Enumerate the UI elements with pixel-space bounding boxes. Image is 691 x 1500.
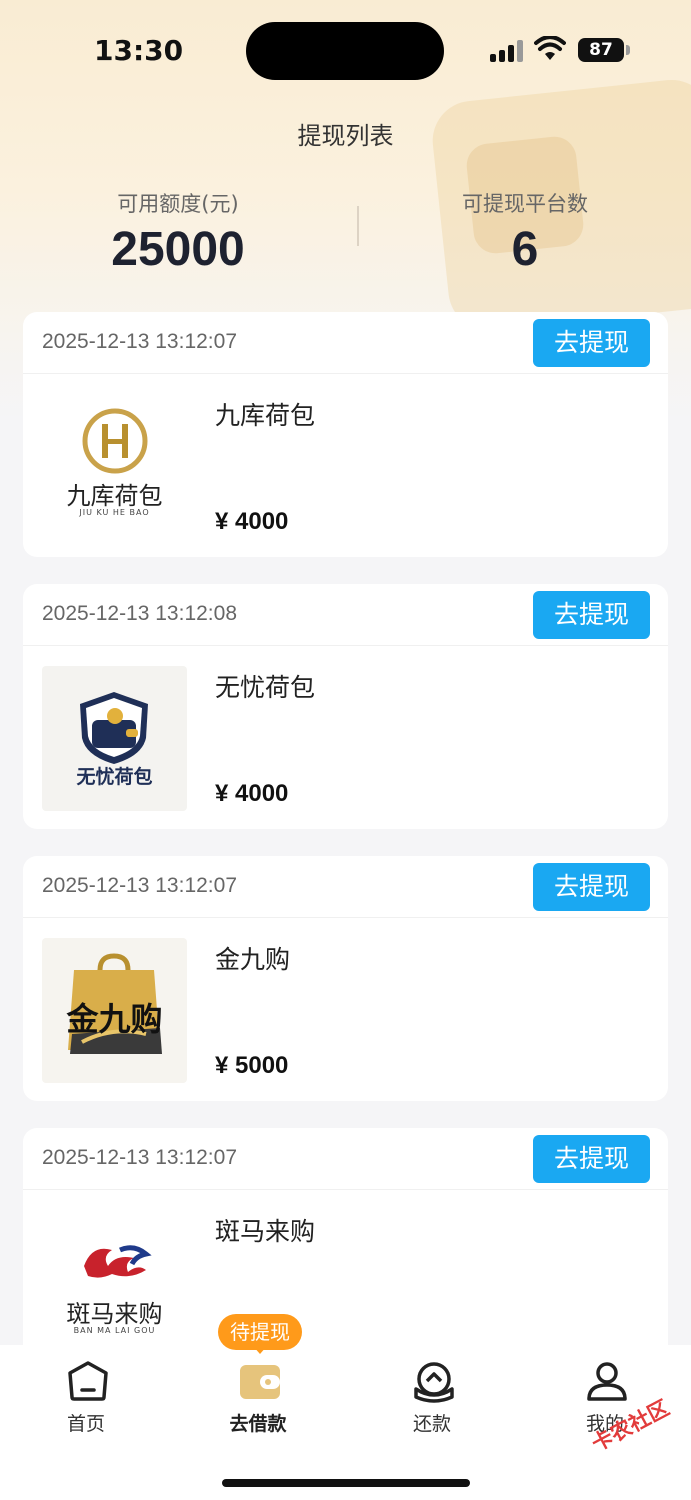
repay-icon — [414, 1362, 454, 1403]
shield-wallet-icon — [80, 692, 148, 764]
profile-icon — [587, 1362, 627, 1401]
card-date: 2025-12-13 13:12:08 — [42, 602, 237, 625]
tab-loan[interactable]: 去借款 — [198, 1345, 318, 1435]
page-title: 提现列表 — [297, 122, 394, 150]
card-header: 2025-12-13 13:12:08 去提现 — [23, 584, 668, 646]
withdraw-button[interactable]: 去提现 — [533, 863, 650, 911]
logo-text: 斑马来购 — [66, 1300, 163, 1328]
card-header: 2025-12-13 13:12:07 去提现 — [23, 312, 668, 374]
stats-divider — [357, 206, 359, 246]
platform-amount: ¥ 4000 — [215, 780, 289, 807]
logo-text: 无忧荷包 — [76, 766, 153, 788]
platform-name: 九库荷包 — [215, 401, 316, 430]
home-icon — [68, 1361, 108, 1401]
dynamic-island — [246, 22, 444, 80]
platform-logo: 无忧荷包 — [42, 666, 187, 811]
wallet-icon — [240, 1365, 280, 1399]
platform-card: 2025-12-13 13:12:08 去提现 无忧荷包 无忧荷包 ¥ 4000 — [23, 584, 668, 829]
tab-repay-label: 还款 — [412, 1413, 451, 1435]
platform-amount: ¥ 5000 — [215, 1052, 289, 1079]
platform-name: 金九购 — [215, 945, 291, 974]
tab-loan-label: 去借款 — [229, 1413, 287, 1435]
tab-repay[interactable]: 还款 — [372, 1345, 492, 1435]
tab-bar: 首页 去借款 还款 我的 — [0, 1345, 691, 1500]
withdraw-button[interactable]: 去提现 — [533, 1135, 650, 1183]
battery-icon: 87 — [578, 38, 624, 62]
status-time: 13:30 — [94, 34, 184, 67]
platform-logo: 九库荷包 JIU KU HE BAO — [42, 394, 187, 539]
home-indicator[interactable] — [222, 1479, 470, 1487]
platform-name: 斑马来购 — [215, 1217, 316, 1246]
platform-amount: ¥ 4000 — [215, 508, 289, 535]
logo-text: 金九购 — [66, 1000, 163, 1038]
available-credit: 可用额度(元) 25000 — [48, 188, 308, 277]
available-credit-label: 可用额度(元) — [117, 192, 239, 216]
wifi-icon — [534, 36, 566, 60]
card-date: 2025-12-13 13:12:07 — [42, 874, 237, 897]
platform-name: 无忧荷包 — [215, 673, 316, 702]
available-credit-value: 25000 — [111, 223, 245, 276]
battery-tip — [626, 45, 630, 55]
platform-count-label: 可提现平台数 — [462, 192, 588, 216]
logo-subtext: BAN MA LAI GOU — [73, 1326, 156, 1335]
jiuku-logo-mark — [82, 408, 148, 474]
platform-card: 2025-12-13 13:12:07 去提现 斑马来购 BAN MA LAI … — [23, 1128, 668, 1373]
status-bar: 13:30 87 — [0, 0, 691, 100]
card-date: 2025-12-13 13:12:07 — [42, 330, 237, 353]
card-header: 2025-12-13 13:12:07 去提现 — [23, 1128, 668, 1190]
logo-text: 九库荷包 — [66, 482, 163, 510]
signal-icon — [490, 40, 524, 62]
tab-home[interactable]: 首页 — [26, 1345, 146, 1435]
platform-logo: 斑马来购 BAN MA LAI GOU — [42, 1210, 187, 1355]
platform-card: 2025-12-13 13:12:07 去提现 九库荷包 JIU KU HE B… — [23, 312, 668, 557]
platform-count: 可提现平台数 6 — [395, 188, 655, 277]
logo-subtext: JIU KU HE BAO — [79, 508, 150, 517]
tab-home-label: 首页 — [66, 1413, 105, 1435]
withdraw-button[interactable]: 去提现 — [533, 319, 650, 367]
card-header: 2025-12-13 13:12:07 去提现 — [23, 856, 668, 918]
platform-card: 2025-12-13 13:12:07 去提现 金九购 金九购 ¥ 5000 — [23, 856, 668, 1101]
platform-count-value: 6 — [511, 223, 539, 276]
pending-withdraw-badge: 待提现 — [218, 1314, 302, 1350]
card-date: 2025-12-13 13:12:07 — [42, 1146, 237, 1169]
withdraw-button[interactable]: 去提现 — [533, 591, 650, 639]
badge-tail — [253, 1346, 267, 1354]
platform-logo: 金九购 — [42, 938, 187, 1083]
